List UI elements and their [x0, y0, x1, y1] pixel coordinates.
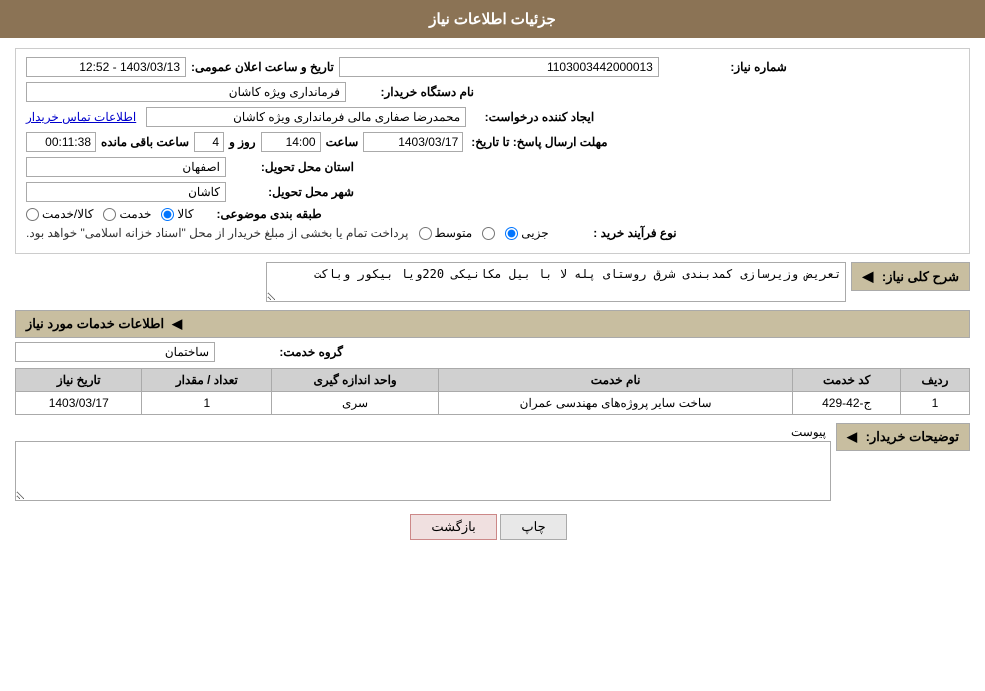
purchase-type-label: نوع فرآیند خرید :: [557, 226, 677, 240]
deadline-remaining-label: ساعت باقی مانده: [101, 135, 189, 149]
announce-value: 1403/03/13 - 12:52: [26, 57, 186, 77]
category-option-service[interactable]: خدمت: [103, 207, 151, 221]
group-row: گروه خدمت: ساختمان: [15, 342, 970, 362]
category-option-goods[interactable]: کالا: [161, 207, 193, 221]
buyer-org-label: نام دستگاه خریدار:: [354, 85, 474, 99]
attachment-label: پیوست: [15, 423, 831, 441]
cell-service-code: ج-42-429: [793, 392, 901, 415]
buyer-desc-icon: ◀: [847, 429, 857, 444]
category-option-goods-service[interactable]: کالا/خدمت: [26, 207, 93, 221]
purchase-type-row: نوع فرآیند خرید : پرداخت تمام یا بخشی از…: [26, 226, 959, 240]
buyer-org-value: فرمانداری ویژه کاشان: [26, 82, 346, 102]
category-radio-group: کالا/خدمت خدمت کالا: [26, 207, 194, 221]
services-label: اطلاعات خدمات مورد نیاز: [26, 316, 164, 332]
col-unit: واحد اندازه گیری: [272, 369, 439, 392]
need-desc-section-header: شرح کلی نیاز: ◀: [851, 262, 970, 291]
services-table: ردیف کد خدمت نام خدمت واحد اندازه گیری ت…: [15, 368, 970, 415]
page-title: جزئیات اطلاعات نیاز: [429, 11, 556, 28]
page-header: جزئیات اطلاعات نیاز: [0, 0, 985, 38]
main-content: شماره نیاز: 1103003442000013 تاریخ و ساع…: [0, 38, 985, 560]
cell-row: 1: [900, 392, 969, 415]
services-section-header: ◀ اطلاعات خدمات مورد نیاز: [15, 310, 970, 338]
cell-date: 1403/03/17: [16, 392, 142, 415]
buyer-desc-header: توضیحات خریدار: ◀: [836, 423, 970, 451]
deadline-time-label: ساعت: [326, 135, 359, 149]
need-desc-icon: ◀: [862, 268, 873, 284]
page-wrapper: جزئیات اطلاعات نیاز شماره نیاز: 11030034…: [0, 0, 985, 691]
table-row: 1 ج-42-429 ساخت سایر پروژه‌های مهندسی عم…: [16, 392, 970, 415]
print-button[interactable]: چاپ: [500, 514, 566, 540]
deadline-time: 14:00: [261, 132, 321, 152]
group-label: گروه خدمت:: [223, 345, 343, 359]
province-value: اصفهان: [26, 157, 226, 177]
deadline-days-label: روز و: [229, 135, 256, 149]
col-row: ردیف: [900, 369, 969, 392]
province-row: استان محل تحویل: اصفهان: [26, 157, 959, 177]
city-value: کاشان: [26, 182, 226, 202]
back-button[interactable]: بازگشت: [410, 514, 496, 540]
city-label: شهر محل تحویل:: [234, 185, 354, 199]
need-number-value: 1103003442000013: [339, 57, 659, 77]
buyer-desc-content: پیوست: [15, 423, 831, 504]
col-date: تاریخ نیاز: [16, 369, 142, 392]
deadline-label: مهلت ارسال پاسخ: تا تاریخ:: [471, 135, 607, 149]
creator-row: ایجاد کننده درخواست: محمدرضا صفاری مالی …: [26, 107, 959, 127]
group-value: ساختمان: [15, 342, 215, 362]
cell-unit: سری: [272, 392, 439, 415]
purchase-type-radio-group: پرداخت تمام یا بخشی از مبلغ خریدار از مح…: [26, 226, 549, 240]
buyer-desc-label: توضیحات خریدار:: [866, 429, 959, 444]
deadline-row: مهلت ارسال پاسخ: تا تاریخ: 1403/03/17 سا…: [26, 132, 959, 152]
buyer-desc-textarea[interactable]: [15, 441, 831, 501]
services-icon: ◀: [172, 316, 182, 332]
purchase-option-medium[interactable]: متوسط: [419, 226, 473, 240]
general-info-section: شماره نیاز: 1103003442000013 تاریخ و ساع…: [15, 48, 970, 254]
purchase-option-partial[interactable]: [482, 227, 495, 240]
need-number-row: شماره نیاز: 1103003442000013 تاریخ و ساع…: [26, 57, 959, 77]
province-label: استان محل تحویل:: [234, 160, 354, 174]
deadline-date: 1403/03/17: [363, 132, 463, 152]
buyer-desc-row: توضیحات خریدار: ◀ پیوست: [15, 423, 970, 504]
need-number-label: شماره نیاز:: [667, 60, 787, 74]
need-desc-textarea[interactable]: [266, 262, 846, 302]
col-service-name: نام خدمت: [438, 369, 793, 392]
deadline-remaining: 00:11:38: [26, 132, 96, 152]
cell-quantity: 1: [142, 392, 272, 415]
footer-buttons: بازگشت چاپ: [15, 504, 970, 550]
city-row: شهر محل تحویل: کاشان: [26, 182, 959, 202]
buyer-org-row: نام دستگاه خریدار: فرمانداری ویژه کاشان: [26, 82, 959, 102]
col-service-code: کد خدمت: [793, 369, 901, 392]
announce-label: تاریخ و ساعت اعلان عمومی:: [191, 60, 334, 74]
general-form-grid: شماره نیاز: 1103003442000013 تاریخ و ساع…: [16, 49, 969, 253]
category-label: طبقه بندی موضوعی:: [202, 207, 322, 221]
purchase-option-minor[interactable]: جزیی: [505, 226, 548, 240]
purchase-note: پرداخت تمام یا بخشی از مبلغ خریدار از مح…: [26, 226, 409, 240]
category-row: طبقه بندی موضوعی: کالا/خدمت خدمت کالا: [26, 207, 959, 221]
creator-label: ایجاد کننده درخواست:: [474, 110, 594, 124]
need-desc-row: شرح کلی نیاز: ◀: [15, 262, 970, 302]
creator-link[interactable]: اطلاعات تماس خریدار: [26, 110, 136, 124]
creator-value: محمدرضا صفاری مالی فرمانداری ویژه کاشان: [146, 107, 466, 127]
col-quantity: تعداد / مقدار: [142, 369, 272, 392]
cell-service-name: ساخت سایر پروژه‌های مهندسی عمران: [438, 392, 793, 415]
need-desc-label: شرح کلی نیاز:: [882, 269, 959, 284]
deadline-days: 4: [194, 132, 224, 152]
